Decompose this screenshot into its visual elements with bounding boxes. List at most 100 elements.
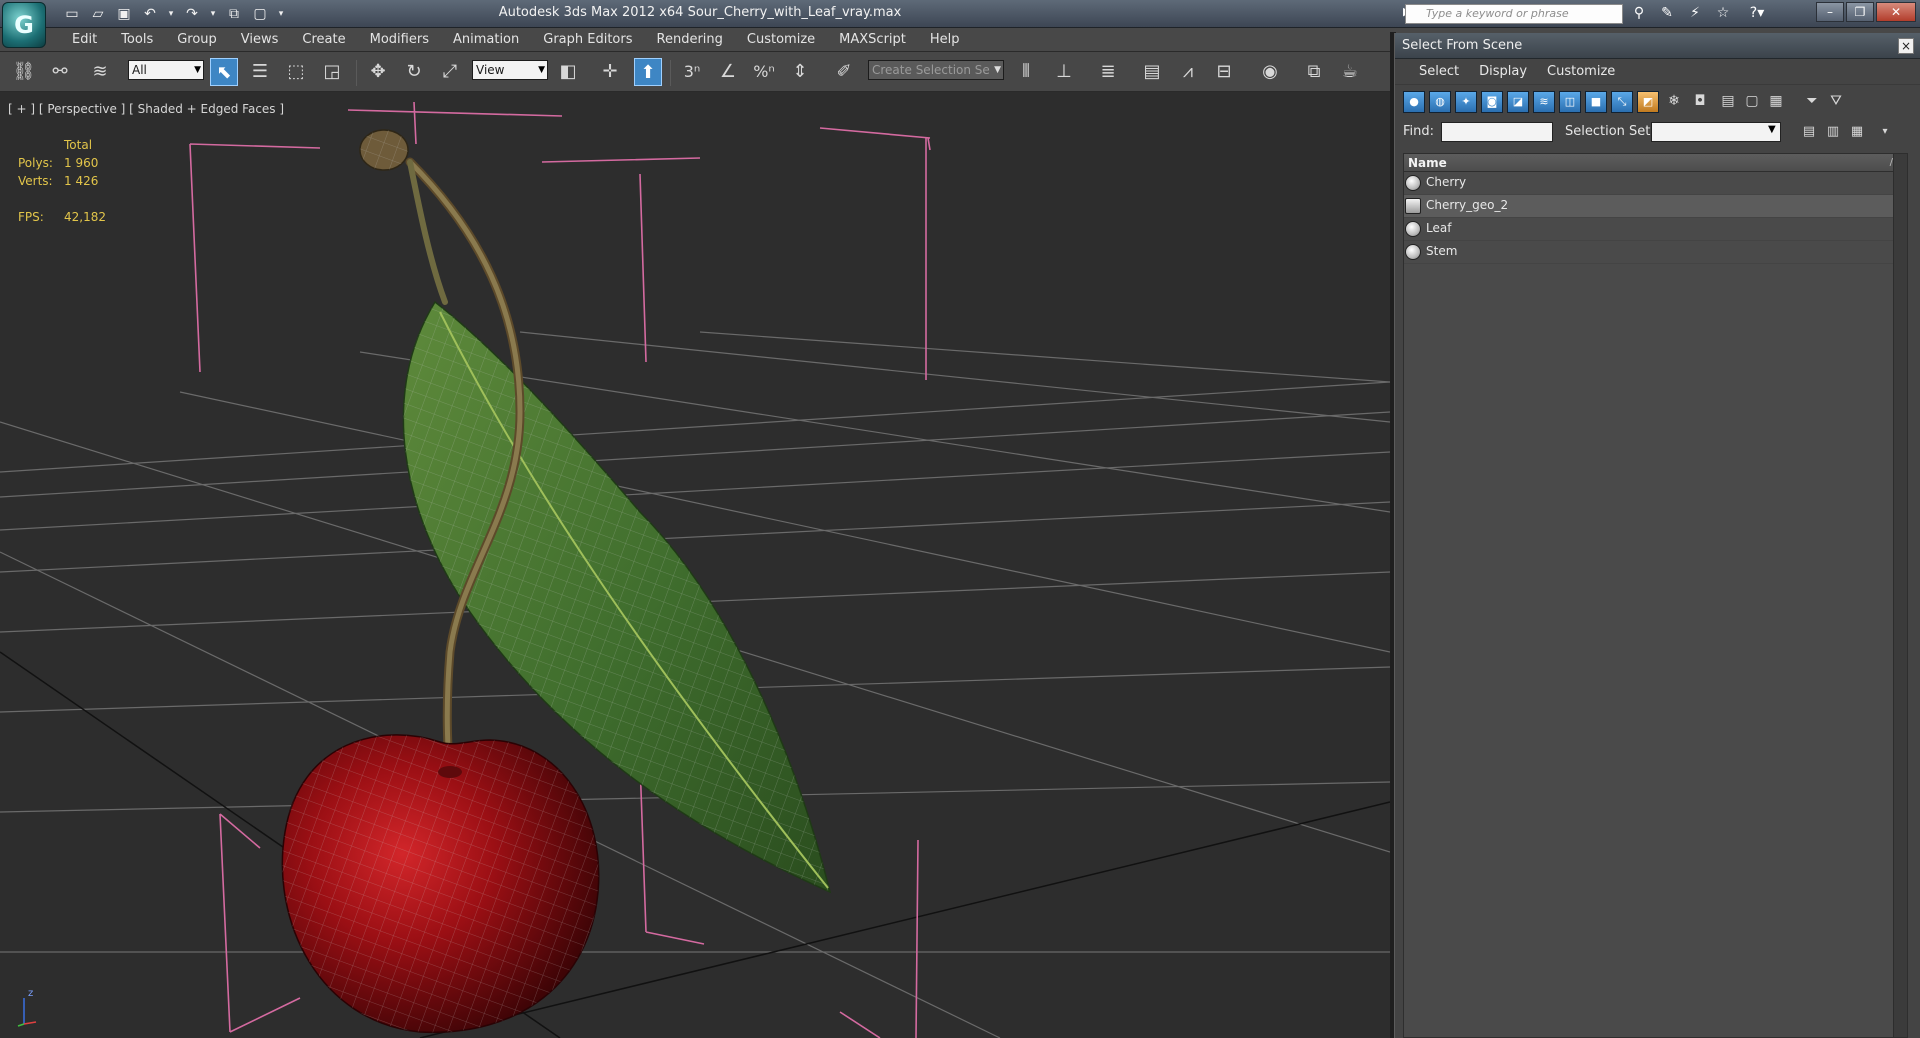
rectangular-selection-icon[interactable]: ⬚ [282,58,310,86]
display-cameras-icon[interactable]: ◙ [1481,91,1503,113]
minimize-icon[interactable]: – [1816,2,1844,22]
remove-selection-set-icon[interactable]: ▥ [1823,122,1843,142]
chevron-down-icon[interactable]: ▼ [1768,124,1776,135]
selection-filter-dropdown[interactable]: All ▼ [128,60,204,80]
display-space-warps-icon[interactable]: ≋ [1533,91,1555,113]
display-shapes-icon[interactable]: ◍ [1429,91,1451,113]
filter-settings-icon[interactable]: ⛛ [1825,91,1847,113]
menu-modifiers[interactable]: Modifiers [358,31,441,49]
render-production-icon[interactable]: ☕ [1336,58,1364,86]
restore-icon[interactable]: ❐ [1846,2,1874,22]
graphite-ribbon-icon[interactable]: ▤ [1138,58,1166,86]
favorites-star-icon[interactable]: ☆ [1712,3,1734,23]
chevron-down-icon: ▼ [994,65,1001,75]
binoculars-icon[interactable]: ⚲ [1628,3,1650,23]
list-item-cherry[interactable]: Cherry [1404,172,1907,195]
menu-graph-editors[interactable]: Graph Editors [531,31,644,49]
menu-rendering[interactable]: Rendering [645,31,735,49]
display-hidden-icon[interactable]: ◘ [1689,91,1711,113]
perspective-viewport[interactable]: [ + ] [ Perspective ] [ Shaded + Edged F… [0,92,1390,1038]
create-selection-set-icon[interactable]: ▤ [1799,122,1819,142]
display-geometry-icon[interactable]: ● [1403,91,1425,113]
search-input[interactable]: Type a keyword or phrase [1405,4,1623,24]
dialog-menu-customize[interactable]: Customize [1537,64,1625,79]
application-menu-button[interactable]: G [2,2,46,48]
material-editor-icon[interactable]: ◉ [1256,58,1284,86]
selection-set-dropdown[interactable] [1651,122,1781,142]
display-xrefs-icon[interactable]: ■ [1585,91,1607,113]
communication-center-icon[interactable]: ✎ [1656,3,1678,23]
unlink-selection-icon[interactable]: ⚯ [46,58,74,86]
display-invert-icon[interactable]: ▦ [1765,91,1787,113]
viewport-label[interactable]: [ + ] [ Perspective ] [ Shaded + Edged F… [8,102,284,116]
options-dropdown-icon[interactable]: ▾ [1875,122,1895,142]
schematic-view-icon[interactable]: ⊟ [1210,58,1238,86]
display-lights-icon[interactable]: ✦ [1455,91,1477,113]
dialog-close-button[interactable]: × [1898,38,1914,54]
satellite-icon[interactable]: ⚡ [1684,3,1706,23]
column-header-label: Name [1408,156,1447,170]
edit-named-selection-icon[interactable]: ✐ [830,58,858,86]
curve-editor-icon[interactable]: ⩘ [1174,58,1202,86]
help-icon[interactable]: ?▾ [1740,3,1774,23]
display-containers-icon[interactable]: ◩ [1637,91,1659,113]
dialog-menu-select[interactable]: Select [1409,64,1469,79]
add-to-selection-set-icon[interactable]: ▦ [1847,122,1867,142]
close-icon[interactable]: ✕ [1876,2,1916,22]
percent-snap-icon[interactable]: %ⁿ [750,58,778,86]
select-and-link-icon[interactable]: ⛓ [10,58,38,86]
named-selection-set-dropdown[interactable]: Create Selection Se ▼ [868,60,1004,80]
align-icon[interactable]: ⊥ [1050,58,1078,86]
menu-tools[interactable]: Tools [109,31,165,49]
select-object-icon[interactable]: ⬉ [210,58,238,86]
stats-total-label: Total [64,138,93,152]
filter-icon[interactable]: ⏷ [1801,91,1823,113]
snaps-toggle-icon[interactable]: 3ⁿ [678,58,706,86]
column-header-name[interactable]: Name / [1404,154,1907,172]
chevron-down-icon: ▼ [194,65,201,75]
menu-maxscript[interactable]: MAXScript [827,31,918,49]
display-bones-icon[interactable]: ⤡ [1611,91,1633,113]
menu-animation[interactable]: Animation [441,31,531,49]
menu-customize[interactable]: Customize [735,31,827,49]
display-filter-toolbar: ● ◍ ✦ ◙ ◪ ≋ ◫ ■ ⤡ ◩ ❄ ◘ ▤ ▢ ▦ ⏷ ⛛ [1395,85,1920,119]
chevron-down-icon: ▼ [538,65,545,75]
menu-views[interactable]: Views [229,31,291,49]
list-scrollbar[interactable] [1893,154,1907,1037]
select-manipulate-icon[interactable]: ✛ [596,58,624,86]
menu-help[interactable]: Help [918,31,972,49]
list-item-cherry-geo-2[interactable]: Cherry_geo_2 [1404,195,1907,218]
reference-coordinate-dropdown[interactable]: View ▼ [472,60,548,80]
display-frozen-icon[interactable]: ❄ [1663,91,1685,113]
spinner-snap-icon[interactable]: ⇕ [786,58,814,86]
display-none-icon[interactable]: ▢ [1741,91,1763,113]
list-item-leaf[interactable]: Leaf [1404,218,1907,241]
mirror-icon[interactable]: ⫴ [1012,58,1040,86]
select-and-scale-icon[interactable]: ⤢ [436,58,464,86]
bind-to-space-warp-icon[interactable]: ≋ [86,58,114,86]
axis-tripod-icon: z [14,988,44,1028]
cherry-mesh [281,734,600,1034]
dialog-title-bar[interactable]: Select From Scene × [1395,33,1920,59]
find-input[interactable] [1441,122,1553,142]
layer-manager-icon[interactable]: ≣ [1094,58,1122,86]
snaps-toggle-label: 3 [683,62,694,81]
window-crossing-icon[interactable]: ◲ [318,58,346,86]
dialog-menu-display[interactable]: Display [1469,64,1537,79]
angle-snap-icon[interactable]: ∠ [714,58,742,86]
render-setup-icon[interactable]: ⧉ [1300,58,1328,86]
object-name: Cherry [1426,175,1467,189]
list-item-stem[interactable]: Stem [1404,241,1907,264]
display-all-icon[interactable]: ▤ [1717,91,1739,113]
menu-create[interactable]: Create [290,31,357,49]
select-and-move-icon[interactable]: ✥ [364,58,392,86]
display-groups-icon[interactable]: ◫ [1559,91,1581,113]
select-and-rotate-icon[interactable]: ↻ [400,58,428,86]
pivot-center-icon[interactable]: ◧ [554,58,582,86]
keyboard-shortcut-override-icon[interactable]: ⬆ [634,58,662,86]
select-by-name-icon[interactable]: ☰ [246,58,274,86]
menu-edit[interactable]: Edit [60,31,109,49]
menu-group[interactable]: Group [165,31,229,49]
geometry-sphere-icon [1405,221,1421,237]
display-helpers-icon[interactable]: ◪ [1507,91,1529,113]
